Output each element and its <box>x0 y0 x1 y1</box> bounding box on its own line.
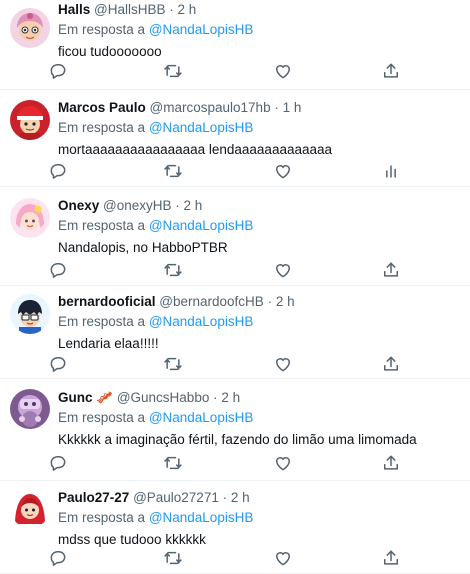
reply-context: Em resposta a @NandaLopisHB <box>58 313 462 331</box>
action-bar <box>48 453 470 473</box>
handle[interactable]: @Paulo27271 <box>133 490 219 505</box>
share-icon[interactable] <box>381 61 401 81</box>
action-bar <box>48 548 470 568</box>
reply-prefix: Em resposta a <box>58 410 146 425</box>
action-bar <box>48 260 470 280</box>
tweet-text: mdss que tudooo kkkkkk <box>58 532 206 547</box>
display-name[interactable]: Onexy <box>58 198 99 213</box>
display-name[interactable]: Marcos Paulo <box>58 100 146 115</box>
reply-mention-link[interactable]: @NandaLopisHB <box>149 510 254 525</box>
analytics-icon[interactable] <box>381 161 401 181</box>
share-icon[interactable] <box>381 453 401 473</box>
timestamp[interactable]: · 2 h <box>169 2 196 17</box>
tweet-text: Kkkkkk a imaginação fértil, fazendo do l… <box>58 432 417 447</box>
like-icon[interactable] <box>273 548 293 568</box>
reply-tweet[interactable]: Paulo27-27 @Paulo27271 · 2 h Em resposta… <box>0 481 470 574</box>
reply-mention-link[interactable]: @NandaLopisHB <box>149 314 254 329</box>
reply-context: Em resposta a @NandaLopisHB <box>58 409 462 427</box>
retweet-icon[interactable] <box>163 453 183 473</box>
display-name[interactable]: bernardooficial <box>58 294 156 309</box>
pastel-avatar[interactable] <box>10 198 50 238</box>
tweet-text: Nandalopis, no HabboPTBR <box>58 240 228 255</box>
reply-icon[interactable] <box>48 354 68 374</box>
action-bar <box>48 354 470 374</box>
display-name[interactable]: Halls <box>58 2 90 17</box>
tweet-header: Halls @HallsHBB · 2 h <box>58 1 462 19</box>
timestamp[interactable]: · 2 h <box>175 198 202 213</box>
reply-tweet[interactable]: Halls @HallsHBB · 2 h Em resposta a @Nan… <box>0 0 470 90</box>
pink-haired-avatar[interactable] <box>10 8 50 48</box>
reply-tweet[interactable]: Marcos Paulo @marcospaulo17hb · 1 h Em r… <box>0 90 470 187</box>
display-name[interactable]: Paulo27-27 <box>58 490 129 505</box>
retweet-icon[interactable] <box>163 260 183 280</box>
reply-mention-link[interactable]: @NandaLopisHB <box>149 218 254 233</box>
retweet-icon[interactable] <box>163 161 183 181</box>
tweet-header: bernardooficial @bernardoofcHB · 2 h <box>58 293 462 311</box>
timestamp[interactable]: · 1 h <box>274 100 301 115</box>
dark-hair-avatar[interactable] <box>10 294 50 334</box>
purple-avatar[interactable] <box>10 389 50 429</box>
reply-feed: Halls @HallsHBB · 2 h Em resposta a @Nan… <box>0 0 470 574</box>
reply-prefix: Em resposta a <box>58 314 146 329</box>
like-icon[interactable] <box>273 260 293 280</box>
handle[interactable]: @onexyHB <box>103 198 171 213</box>
tweet-header: Gunc 🥓 @GuncsHabbo · 2 h <box>58 389 462 407</box>
tweet-header: Marcos Paulo @marcospaulo17hb · 1 h <box>58 99 462 117</box>
handle[interactable]: @GuncsHabbo <box>117 390 210 405</box>
reply-mention-link[interactable]: @NandaLopisHB <box>149 22 254 37</box>
tweet-text: Lendaria elaa!!!!! <box>58 336 159 351</box>
reply-context: Em resposta a @NandaLopisHB <box>58 217 462 235</box>
reply-icon[interactable] <box>48 548 68 568</box>
share-icon[interactable] <box>381 260 401 280</box>
reply-context: Em resposta a @NandaLopisHB <box>58 21 462 39</box>
retweet-icon[interactable] <box>163 548 183 568</box>
timestamp[interactable]: · 2 h <box>223 490 250 505</box>
handle[interactable]: @HallsHBB <box>94 2 165 17</box>
tweet-header: Onexy @onexyHB · 2 h <box>58 197 462 215</box>
action-bar <box>48 61 470 81</box>
tweet-text: ficou tudooooooo <box>58 44 162 59</box>
reply-mention-link[interactable]: @NandaLopisHB <box>149 120 254 135</box>
reply-context: Em resposta a @NandaLopisHB <box>58 119 462 137</box>
handle[interactable]: @marcospaulo17hb <box>150 100 271 115</box>
red-cap-avatar[interactable] <box>10 100 50 140</box>
like-icon[interactable] <box>273 354 293 374</box>
reply-prefix: Em resposta a <box>58 510 146 525</box>
like-icon[interactable] <box>273 453 293 473</box>
reply-tweet[interactable]: Gunc 🥓 @GuncsHabbo · 2 h Em resposta a @… <box>0 379 470 481</box>
reply-tweet[interactable]: bernardooficial @bernardoofcHB · 2 h Em … <box>0 286 470 379</box>
reply-icon[interactable] <box>48 161 68 181</box>
reply-mention-link[interactable]: @NandaLopisHB <box>149 410 254 425</box>
reply-prefix: Em resposta a <box>58 22 146 37</box>
tweet-header: Paulo27-27 @Paulo27271 · 2 h <box>58 489 462 507</box>
display-name[interactable]: Gunc 🥓 <box>58 390 113 405</box>
share-icon[interactable] <box>381 354 401 374</box>
timestamp[interactable]: · 2 h <box>213 390 240 405</box>
reply-tweet[interactable]: Onexy @onexyHB · 2 h Em resposta a @Nand… <box>0 187 470 286</box>
timestamp[interactable]: · 2 h <box>268 294 295 309</box>
like-icon[interactable] <box>273 161 293 181</box>
reply-prefix: Em resposta a <box>58 218 146 233</box>
handle[interactable]: @bernardoofcHB <box>159 294 264 309</box>
tweet-text: mortaaaaaaaaaaaaaaaa lendaaaaaaaaaaaaa <box>58 142 333 157</box>
reply-icon[interactable] <box>48 453 68 473</box>
reply-icon[interactable] <box>48 61 68 81</box>
action-bar <box>48 161 470 181</box>
like-icon[interactable] <box>273 61 293 81</box>
reply-prefix: Em resposta a <box>58 120 146 135</box>
retweet-icon[interactable] <box>163 354 183 374</box>
red-hair-avatar[interactable] <box>10 488 50 528</box>
reply-icon[interactable] <box>48 260 68 280</box>
share-icon[interactable] <box>381 548 401 568</box>
reply-context: Em resposta a @NandaLopisHB <box>58 509 462 527</box>
retweet-icon[interactable] <box>163 61 183 81</box>
